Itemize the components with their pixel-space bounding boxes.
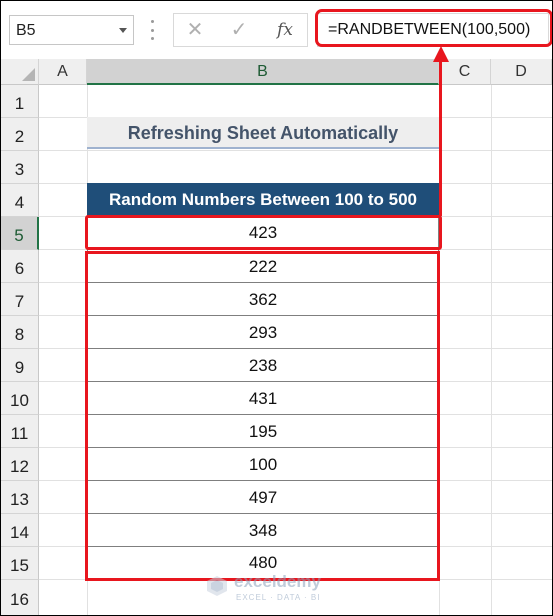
grid-line: [491, 85, 492, 615]
grid-line: [39, 150, 552, 151]
drag-handle-icon[interactable]: [150, 20, 154, 40]
row-header-4[interactable]: 4: [1, 184, 39, 217]
arrow-line: [439, 59, 442, 216]
row-header-7[interactable]: 7: [1, 283, 39, 316]
watermark-name: exceldemy: [234, 572, 321, 591]
row-header-9[interactable]: 9: [1, 349, 39, 382]
row-header-11[interactable]: 11: [1, 415, 39, 448]
insert-function-icon[interactable]: fx: [270, 16, 300, 44]
table-header-cell[interactable]: Random Numbers Between 100 to 500: [87, 183, 439, 216]
name-box[interactable]: B5: [9, 15, 134, 45]
row-header-1[interactable]: 1: [1, 85, 39, 118]
active-cell-highlight: [85, 215, 442, 250]
column-header-a[interactable]: A: [39, 59, 87, 85]
row-header-13[interactable]: 13: [1, 481, 39, 514]
select-all-corner[interactable]: [1, 59, 39, 85]
formula-highlight-box: [315, 9, 552, 47]
chevron-down-icon[interactable]: [119, 28, 127, 33]
column-header-d[interactable]: D: [491, 59, 552, 85]
column-header-c[interactable]: C: [439, 59, 491, 85]
watermark-tagline: EXCEL · DATA · BI: [236, 593, 321, 602]
row-header-8[interactable]: 8: [1, 316, 39, 349]
row-header-5[interactable]: 5: [1, 217, 39, 250]
row-header-3[interactable]: 3: [1, 151, 39, 184]
arrow-up-icon: [433, 46, 449, 62]
name-box-value: B5: [16, 22, 36, 39]
row-header-14[interactable]: 14: [1, 514, 39, 547]
spreadsheet-window: B5 ✕ ✓ fx =RANDBETWEEN(100,500) A B C D …: [0, 0, 553, 616]
enter-icon[interactable]: ✓: [224, 16, 254, 44]
formula-bar-area: B5 ✕ ✓ fx =RANDBETWEEN(100,500): [1, 1, 552, 60]
column-header-b[interactable]: B: [87, 59, 439, 85]
watermark-logo: exceldemy EXCEL · DATA · BI: [206, 571, 356, 607]
exceldemy-logo-icon: [207, 576, 227, 596]
formula-buttons: ✕ ✓ fx: [173, 13, 308, 47]
row-header-15[interactable]: 15: [1, 547, 39, 580]
cancel-icon[interactable]: ✕: [180, 16, 210, 44]
row-header-12[interactable]: 12: [1, 448, 39, 481]
row-header-2[interactable]: 2: [1, 118, 39, 151]
row-header-6[interactable]: 6: [1, 250, 39, 283]
row-header-10[interactable]: 10: [1, 382, 39, 415]
row-header-16[interactable]: 16: [1, 580, 39, 615]
range-highlight: [85, 251, 440, 581]
sheet-title-cell[interactable]: Refreshing Sheet Automatically: [87, 117, 439, 149]
